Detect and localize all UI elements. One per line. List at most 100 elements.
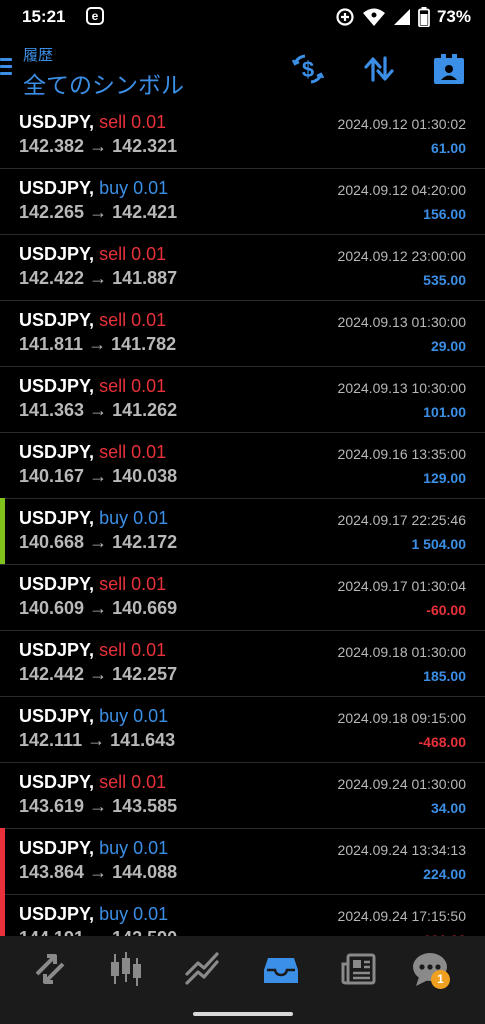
trade-row[interactable]: USDJPY, buy 0.01 142.111 → 141.643 2024.09…	[0, 696, 485, 763]
page-subtitle: 履歴	[23, 47, 54, 64]
trade-icon[interactable]	[184, 950, 222, 988]
bottom-navigation	[0, 936, 485, 1024]
trade-marker	[0, 696, 5, 762]
trade-profit: 1 504.00	[411, 536, 467, 552]
trade-time: 2024.09.12 04:20:00	[337, 182, 466, 198]
trade-prices: 140.609 → 140.669	[19, 598, 178, 618]
trade-prices: 140.668 → 142.172	[19, 532, 178, 552]
trade-row[interactable]: USDJPY, sell 0.01 141.363 → 141.262 2024.0…	[0, 366, 485, 433]
trade-prices: 142.442 → 142.257	[19, 664, 178, 684]
trade-symbol-line: USDJPY, sell 0.01	[19, 244, 166, 265]
trade-time: 2024.09.18 01:30:00	[337, 644, 466, 660]
trade-symbol: USDJPY,	[19, 244, 95, 264]
trade-prices: 140.167 → 140.038	[19, 466, 178, 486]
trade-marker	[0, 630, 5, 696]
trade-row[interactable]: USDJPY, buy 0.01 143.864 → 144.088 2024.09…	[0, 828, 485, 895]
chart-icon[interactable]	[107, 950, 145, 988]
trade-marker	[0, 432, 5, 498]
trade-direction: sell 0.01	[99, 574, 167, 594]
status-time: 15:21	[22, 7, 66, 26]
history-icon[interactable]	[262, 950, 300, 988]
trade-symbol-line: USDJPY, sell 0.01	[19, 640, 166, 661]
trade-direction: sell 0.01	[99, 310, 167, 330]
trade-direction: sell 0.01	[99, 376, 167, 396]
trade-prices: 142.382 → 142.321	[19, 136, 178, 156]
trade-symbol-line: USDJPY, sell 0.01	[19, 310, 166, 331]
wifi-icon	[362, 8, 385, 26]
trade-profit: 224.00	[423, 866, 466, 882]
trade-time: 2024.09.24 13:34:13	[337, 842, 466, 858]
trade-profit: 101.00	[423, 404, 466, 420]
trade-prices: 141.363 → 141.262	[19, 400, 178, 420]
page-title[interactable]: 全てのシンボル	[23, 66, 184, 100]
trade-symbol: USDJPY,	[19, 508, 95, 528]
sort-icon[interactable]	[362, 52, 396, 86]
trade-prices: 142.111 → 141.643	[19, 730, 176, 750]
trade-marker	[0, 168, 5, 234]
trade-row[interactable]: USDJPY, buy 0.01 142.265 → 142.421 2024.09…	[0, 168, 485, 235]
currency-exchange-icon[interactable]: $	[291, 52, 325, 86]
trade-row[interactable]: USDJPY, sell 0.01 142.422 → 141.887 2024.0…	[0, 234, 485, 301]
trade-marker	[0, 762, 5, 828]
trade-row[interactable]: USDJPY, sell 0.01 142.442 → 142.257 2024.0…	[0, 630, 485, 697]
trade-time: 2024.09.16 13:35:00	[337, 446, 466, 462]
trade-direction: sell 0.01	[99, 112, 167, 132]
news-icon[interactable]	[340, 950, 378, 988]
trade-row[interactable]: USDJPY, buy 0.01 140.668 → 142.172 2024.09…	[0, 498, 485, 565]
quotes-icon[interactable]	[31, 950, 69, 988]
menu-icon[interactable]	[0, 58, 12, 76]
trade-symbol: USDJPY,	[19, 310, 95, 330]
status-bar: 15:21 e 73%	[0, 0, 485, 34]
trade-row[interactable]: USDJPY, sell 0.01 141.811 → 141.782 2024.0…	[0, 300, 485, 367]
trade-time: 2024.09.17 01:30:04	[337, 578, 466, 594]
trade-symbol: USDJPY,	[19, 112, 95, 132]
home-indicator[interactable]	[193, 1012, 293, 1016]
trade-profit: 156.00	[423, 206, 466, 222]
battery-icon	[418, 7, 430, 27]
trade-symbol: USDJPY,	[19, 178, 95, 198]
trade-prices: 143.619 → 143.585	[19, 796, 178, 816]
trade-direction: buy 0.01	[99, 838, 169, 858]
trade-profit: 29.00	[430, 338, 466, 354]
trade-symbol-line: USDJPY, sell 0.01	[19, 442, 166, 463]
trade-symbol-line: USDJPY, sell 0.01	[19, 574, 166, 595]
trade-row[interactable]: USDJPY, sell 0.01 140.167 → 140.038 2024.0…	[0, 432, 485, 499]
trade-symbol: USDJPY,	[19, 442, 95, 462]
trade-symbol: USDJPY,	[19, 376, 95, 396]
trade-symbol-line: USDJPY, sell 0.01	[19, 112, 166, 133]
trade-history-list[interactable]: USDJPY, sell 0.01 142.382 → 142.321 2024.0…	[0, 102, 485, 936]
data-saver-icon	[336, 8, 354, 26]
trade-profit: 61.00	[430, 140, 466, 156]
trade-profit: -468.00	[418, 734, 466, 750]
trade-symbol-line: USDJPY, buy 0.01	[19, 904, 168, 925]
trade-direction: buy 0.01	[99, 508, 169, 528]
trade-row[interactable]: USDJPY, sell 0.01 143.619 → 143.585 2024.0…	[0, 762, 485, 829]
trade-profit: 185.00	[423, 668, 466, 684]
trade-marker	[0, 366, 5, 432]
trade-prices: 144.191 → 143.590	[19, 928, 177, 936]
trade-symbol-line: USDJPY, buy 0.01	[19, 706, 168, 727]
trade-marker	[0, 894, 5, 936]
trade-row[interactable]: USDJPY, sell 0.01 140.609 → 140.669 2024.0…	[0, 564, 485, 631]
trade-marker	[0, 498, 5, 564]
trade-time: 2024.09.12 23:00:00	[337, 248, 466, 264]
trade-marker	[0, 102, 5, 168]
report-icon[interactable]	[432, 52, 466, 86]
trade-direction: buy 0.01	[99, 706, 169, 726]
trade-row[interactable]: USDJPY, sell 0.01 142.382 → 142.321 2024.0…	[0, 102, 485, 169]
trade-symbol: USDJPY,	[19, 574, 95, 594]
trade-symbol: USDJPY,	[19, 904, 95, 924]
trade-time: 2024.09.13 01:30:00	[337, 314, 466, 330]
trade-symbol-line: USDJPY, buy 0.01	[19, 838, 168, 859]
trade-symbol-line: USDJPY, buy 0.01	[19, 508, 168, 529]
trade-time: 2024.09.13 10:30:00	[337, 380, 466, 396]
trade-marker	[0, 564, 5, 630]
trade-time: 2024.09.17 22:25:46	[337, 512, 466, 528]
trade-time: 2024.09.18 09:15:00	[337, 710, 466, 726]
trade-time: 2024.09.12 01:30:02	[337, 116, 466, 132]
trade-prices: 142.422 → 141.887	[19, 268, 178, 288]
trade-row[interactable]: USDJPY, buy 0.01 144.191 → 143.590 2024.09…	[0, 894, 485, 936]
trade-time: 2024.09.24 01:30:00	[337, 776, 466, 792]
trade-symbol: USDJPY,	[19, 706, 95, 726]
trade-profit: -60.00	[426, 602, 466, 618]
